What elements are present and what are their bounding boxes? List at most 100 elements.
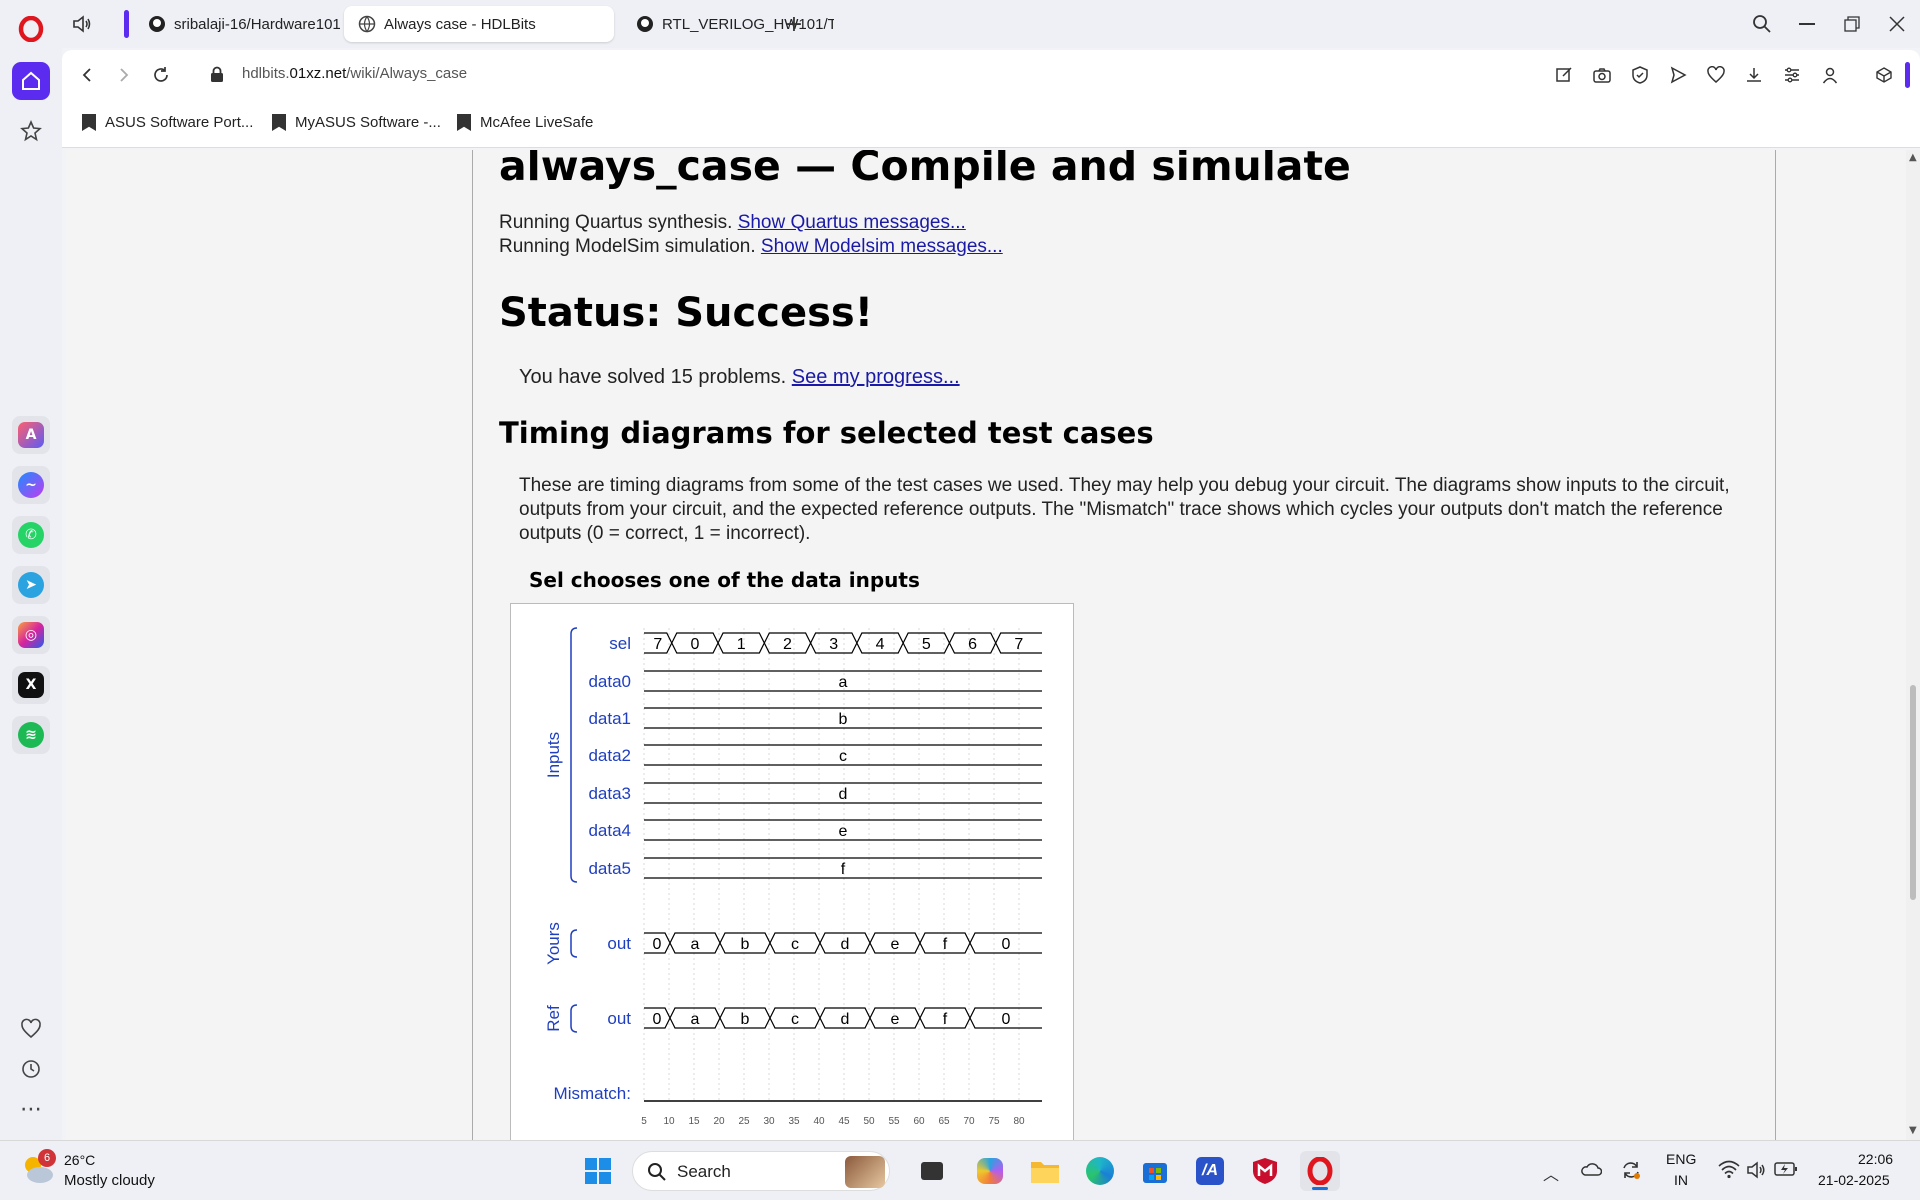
x-twitter-icon[interactable]: X: [12, 666, 50, 704]
edge-icon[interactable]: [1080, 1151, 1120, 1191]
lang-bottom[interactable]: IN: [1674, 1172, 1688, 1188]
bookmark-icon: [457, 114, 471, 131]
copilot-icon[interactable]: [970, 1151, 1010, 1191]
time-tick-label: 10: [663, 1116, 675, 1127]
timing-diagram: 5 10 15 20 25 30 35 40 45 50 55 60 65 70 75 80sel 7 0 1 2 3 4…: [544, 627, 1042, 1127]
close-icon[interactable]: [1877, 8, 1917, 40]
timing-diagram-box: 5 10 15 20 25 30 35 40 45 50 55 60 65 70 75 80 sel 7 0 1 2 3 4…: [510, 603, 1074, 1140]
volume-icon[interactable]: [1746, 1160, 1766, 1184]
wifi-icon[interactable]: [1718, 1159, 1740, 1183]
github-icon: [149, 16, 165, 32]
bus-value: d: [841, 936, 850, 953]
see-progress-link[interactable]: See my progress...: [792, 366, 960, 388]
sidebar-toggle[interactable]: [1905, 62, 1910, 88]
sync-icon[interactable]: [1620, 1159, 1642, 1185]
solved-text: You have solved 15 problems.: [519, 366, 792, 388]
mcafee-icon[interactable]: [1245, 1151, 1285, 1191]
windows-start-icon[interactable]: [578, 1151, 618, 1191]
history-icon[interactable]: [12, 1050, 50, 1088]
page-scrollbar[interactable]: ▲ ▼: [1906, 150, 1920, 1140]
time-tick-label: 15: [688, 1116, 700, 1127]
address-bar: hdlbits.01xz.net/wiki/Always_case: [62, 50, 1920, 100]
bus-value: c: [791, 936, 799, 953]
bookmark-mcafee[interactable]: McAfee LiveSafe: [457, 114, 593, 131]
tray-overflow-icon[interactable]: ︿: [1543, 1161, 1559, 1185]
show-modelsim-link[interactable]: Show Modelsim messages...: [761, 236, 1003, 257]
bus-value: 6: [968, 636, 977, 653]
bus-value: e: [891, 936, 900, 953]
home-icon[interactable]: [12, 62, 50, 100]
back-icon[interactable]: [72, 60, 102, 90]
bus-value: d: [839, 786, 848, 803]
lock-icon[interactable]: [210, 66, 224, 87]
spotify-icon[interactable]: ≋: [12, 716, 50, 754]
restore-icon[interactable]: [1832, 8, 1872, 40]
bus-value: e: [891, 1011, 900, 1028]
bookmark-myasus[interactable]: MyASUS Software -...: [272, 114, 441, 131]
ms-store-icon[interactable]: [1135, 1151, 1175, 1191]
battery-icon[interactable]: [1774, 1161, 1798, 1181]
download-icon[interactable]: [1742, 63, 1766, 87]
more-icon[interactable]: ⋯: [12, 1090, 50, 1128]
taskbar-search[interactable]: Search: [632, 1151, 890, 1191]
onedrive-icon[interactable]: [1580, 1161, 1603, 1181]
task-view-icon[interactable]: [912, 1151, 952, 1191]
time-tick-label: 20: [713, 1116, 725, 1127]
easy-setup-icon[interactable]: [1780, 63, 1804, 87]
signal-label: data1: [588, 709, 631, 728]
weather-desc: Mostly cloudy: [64, 1172, 155, 1189]
bus-value: a: [691, 1011, 700, 1028]
extensions-icon[interactable]: [1872, 63, 1896, 87]
signal-label: out: [607, 934, 631, 953]
star-icon[interactable]: [12, 112, 50, 150]
profile-icon[interactable]: [1818, 63, 1842, 87]
lang-top[interactable]: ENG: [1666, 1151, 1696, 1167]
opera-taskbar-icon[interactable]: [1300, 1151, 1340, 1191]
reload-icon[interactable]: [146, 60, 176, 90]
bus-value: b: [741, 936, 750, 953]
signal-label: data5: [588, 859, 631, 878]
bus-value: f: [943, 1011, 948, 1028]
tab-always-case[interactable]: Always case - HDLBits: [344, 6, 614, 42]
bus-value: 7: [653, 636, 662, 653]
url-domain: 01xz.net: [289, 65, 347, 82]
clock-date[interactable]: 21-02-2025: [1818, 1172, 1890, 1188]
whatsapp-icon[interactable]: ✆: [12, 516, 50, 554]
shield-icon[interactable]: [1628, 63, 1652, 87]
file-explorer-icon[interactable]: [1025, 1151, 1065, 1191]
opera-logo-icon[interactable]: [12, 10, 50, 48]
scroll-up-icon[interactable]: ▲: [1909, 152, 1917, 163]
scrollbar-thumb[interactable]: [1910, 685, 1916, 900]
opera-sidebar: A ~ ✆ ➤ ◎ X ≋ ⋯: [0, 0, 62, 1140]
group-label: Yours: [544, 922, 563, 965]
bus-value: 0: [653, 1011, 662, 1028]
speaker-icon[interactable]: [70, 12, 94, 40]
new-tab-plus-icon[interactable]: +: [780, 10, 808, 38]
send-icon[interactable]: [1666, 63, 1690, 87]
heart-icon[interactable]: [1704, 63, 1728, 87]
messenger-icon[interactable]: ~: [12, 466, 50, 504]
tab-title: Always case - HDLBits: [384, 15, 536, 33]
clock-time[interactable]: 22:06: [1858, 1151, 1893, 1167]
scroll-down-icon[interactable]: ▼: [1909, 1125, 1917, 1136]
myasus-icon[interactable]: /A: [1190, 1151, 1230, 1191]
bus-value: 1: [737, 636, 746, 653]
url-field[interactable]: hdlbits.01xz.net/wiki/Always_case: [242, 65, 467, 82]
aria-app-icon[interactable]: A: [12, 416, 50, 454]
forward-icon[interactable]: [109, 60, 139, 90]
telegram-icon[interactable]: ➤: [12, 566, 50, 604]
heart-icon[interactable]: [12, 1010, 50, 1048]
github-icon: [637, 16, 653, 32]
time-tick-label: 75: [988, 1116, 1000, 1127]
signal-label: data3: [588, 784, 631, 803]
instagram-icon[interactable]: ◎: [12, 616, 50, 654]
bookmark-asus-software[interactable]: ASUS Software Port...: [82, 114, 253, 131]
camera-icon[interactable]: [1590, 63, 1614, 87]
edit-note-icon[interactable]: [1552, 63, 1576, 87]
tab-search-icon[interactable]: [1742, 8, 1782, 40]
quartus-line: Running Quartus synthesis. Show Quartus …: [499, 212, 966, 234]
bus-value: c: [791, 1011, 799, 1028]
group-label: Ref: [544, 1005, 563, 1032]
minimize-icon[interactable]: [1787, 8, 1827, 40]
show-quartus-link[interactable]: Show Quartus messages...: [738, 212, 966, 233]
